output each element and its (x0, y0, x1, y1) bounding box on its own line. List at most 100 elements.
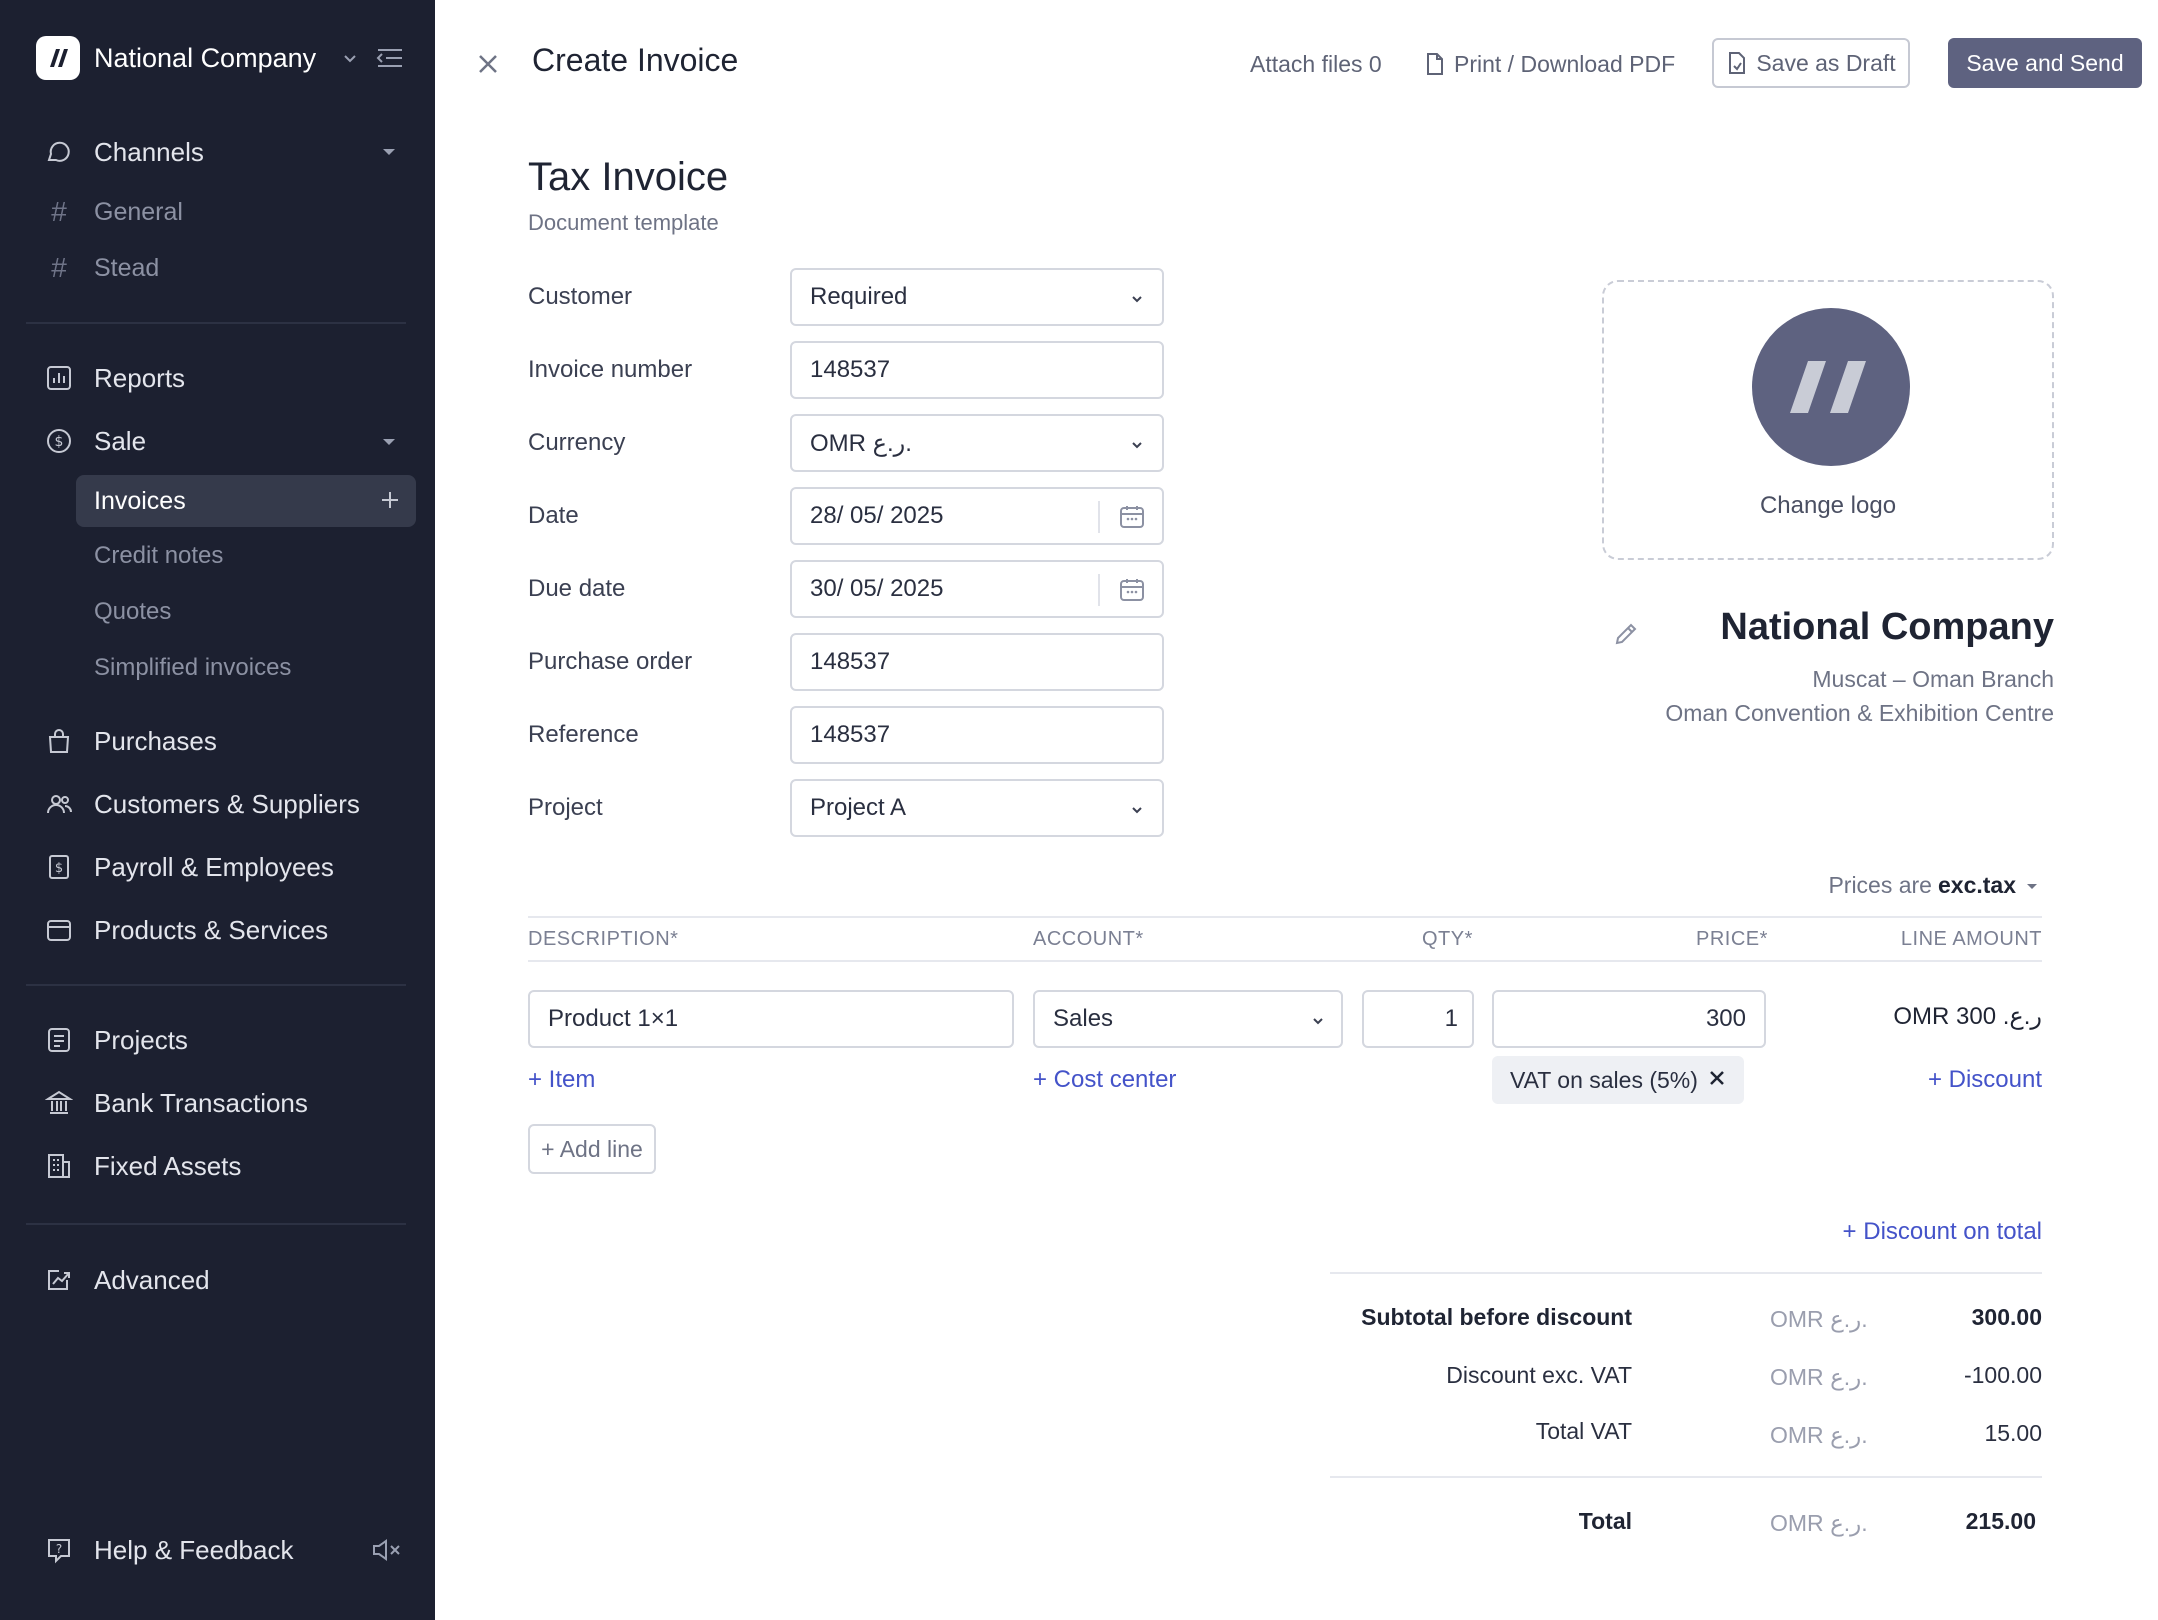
field-separator (1098, 574, 1100, 606)
print-pdf-label: Print / Download PDF (1454, 50, 1676, 77)
line-amount: OMR ر.ع. 300 (1893, 1003, 2042, 1030)
sidebar-item-purchases[interactable]: Purchases (44, 721, 217, 761)
box-icon (44, 915, 74, 945)
sidebar-item-customers[interactable]: Customers & Suppliers (44, 784, 360, 824)
due-date-label: Due date (528, 575, 626, 602)
sidebar-item-general[interactable]: # General (44, 194, 183, 230)
projects-icon (44, 1025, 74, 1055)
add-line-button[interactable]: + Add line (528, 1124, 656, 1174)
price-input[interactable]: 300 (1492, 990, 1766, 1048)
caret-down-icon[interactable] (380, 436, 398, 448)
payroll-icon: $ (44, 852, 74, 882)
sidebar-item-credit-notes[interactable]: Credit notes (94, 538, 223, 574)
save-draft-button[interactable]: Save as Draft (1712, 38, 1910, 88)
help-icon: ? (44, 1535, 74, 1565)
sidebar-item-reports[interactable]: Reports (44, 358, 185, 398)
save-draft-label: Save as Draft (1756, 49, 1896, 76)
building-icon (44, 1151, 74, 1181)
sidebar-item-label: Customers & Suppliers (94, 788, 360, 819)
currency-select[interactable]: OMR ر.ع. (790, 414, 1164, 472)
sidebar-item-projects[interactable]: Projects (44, 1020, 188, 1060)
reports-icon (44, 363, 74, 393)
sidebar-item-payroll[interactable]: $ Payroll & Employees (44, 847, 334, 887)
sidebar-item-help[interactable]: ? Help & Feedback (44, 1530, 293, 1570)
document-template-link[interactable]: Document template (528, 210, 719, 236)
logo-upload-area[interactable]: Change logo (1602, 280, 2054, 560)
purchase-order-field[interactable]: 148537 (790, 633, 1164, 691)
summary-divider (1330, 1272, 2042, 1274)
project-select[interactable]: Project A (790, 779, 1164, 837)
hash-icon: # (51, 196, 67, 227)
document-title: Tax Invoice (528, 155, 729, 199)
sidebar-item-products[interactable]: Products & Services (44, 910, 328, 950)
change-logo-label: Change logo (1759, 492, 1897, 519)
column-header-price: PRICE* (1696, 928, 1768, 950)
reference-field[interactable]: 148537 (790, 706, 1164, 764)
add-discount-link[interactable]: + Discount (1928, 1066, 2042, 1094)
company-logo (1752, 308, 1910, 466)
caret-down-icon[interactable] (380, 146, 398, 158)
mute-icon[interactable] (370, 1536, 404, 1564)
chat-icon (44, 137, 74, 167)
currency-label: Currency (528, 429, 626, 456)
calendar-icon[interactable] (1118, 503, 1146, 531)
file-icon (1427, 53, 1443, 75)
summary-divider (1330, 1476, 2042, 1478)
customer-select[interactable]: Required (790, 268, 1164, 326)
print-pdf-button[interactable]: Print / Download PDF (1424, 48, 1675, 80)
project-value: Project A (810, 794, 907, 821)
company-switcher[interactable]: National Company (36, 36, 356, 80)
field-separator (1098, 501, 1100, 533)
invoice-number-field[interactable]: 148537 (790, 341, 1164, 399)
account-select[interactable]: Sales (1033, 990, 1343, 1048)
sidebar-item-simplified-invoices[interactable]: Simplified invoices (94, 650, 291, 686)
project-label: Project (528, 794, 603, 821)
sidebar-item-assets[interactable]: Fixed Assets (44, 1146, 241, 1186)
page-title: Create Invoice (532, 42, 739, 78)
plus-icon[interactable] (376, 486, 404, 514)
remove-icon[interactable] (1708, 1069, 1726, 1087)
collapse-sidebar-icon[interactable] (374, 42, 406, 74)
date-label: Date (528, 502, 579, 529)
caret-down-icon (2027, 883, 2037, 889)
sidebar-divider (26, 1223, 406, 1225)
sidebar-item-label: Bank Transactions (94, 1087, 308, 1118)
document-icon (1729, 52, 1746, 74)
bank-icon (44, 1088, 74, 1118)
due-date-field[interactable]: 30/ 05/ 2025 (790, 560, 1164, 618)
close-icon[interactable] (472, 48, 504, 80)
vat-tax-chip: VAT on sales (5%) (1492, 1056, 1744, 1104)
sidebar-item-stead[interactable]: # Stead (44, 250, 159, 286)
save-send-button[interactable]: Save and Send (1948, 38, 2142, 88)
pencil-icon[interactable] (1612, 620, 1640, 648)
sidebar-item-channels[interactable]: Channels (44, 132, 204, 172)
subtotal-currency: OMR ر.ع. (1770, 1306, 1868, 1332)
sidebar-item-bank[interactable]: Bank Transactions (44, 1083, 308, 1123)
date-value: 28/ 05/ 2025 (810, 502, 944, 529)
sidebar-item-label: Advanced (94, 1264, 210, 1295)
sidebar-item-label: Sale (94, 425, 147, 456)
sidebar-item-label: General (94, 197, 183, 226)
sidebar-divider (26, 322, 406, 324)
sidebar-item-sale[interactable]: $ Sale (44, 421, 146, 461)
description-input[interactable]: Product 1×1 (528, 990, 1014, 1048)
sidebar-item-label: Stead (94, 253, 160, 282)
sidebar-item-advanced[interactable]: Advanced (44, 1260, 210, 1300)
add-cost-center-link[interactable]: + Cost center (1033, 1066, 1176, 1094)
sidebar-item-label: Quotes (94, 598, 172, 625)
attach-files-button[interactable]: Attach files 0 (1250, 48, 1382, 80)
calendar-icon[interactable] (1118, 576, 1146, 604)
table-header-bottom-border (528, 960, 2042, 962)
prices-tax-toggle[interactable]: Prices are exc.tax (1828, 872, 2040, 899)
qty-input[interactable]: 1 (1362, 990, 1474, 1048)
total-currency: OMR ر.ع. (1770, 1510, 1868, 1536)
total-vat-value: 15.00 (1984, 1420, 2042, 1446)
due-date-value: 30/ 05/ 2025 (810, 575, 944, 602)
sidebar-item-quotes[interactable]: Quotes (94, 594, 171, 630)
invoice-number-label: Invoice number (528, 356, 693, 383)
subtotal-label: Subtotal before discount (1361, 1304, 1632, 1330)
date-field[interactable]: 28/ 05/ 2025 (790, 487, 1164, 545)
account-value: Sales (1053, 1005, 1114, 1032)
discount-on-total-link[interactable]: + Discount on total (1843, 1218, 2042, 1246)
add-item-link[interactable]: + Item (528, 1066, 595, 1094)
